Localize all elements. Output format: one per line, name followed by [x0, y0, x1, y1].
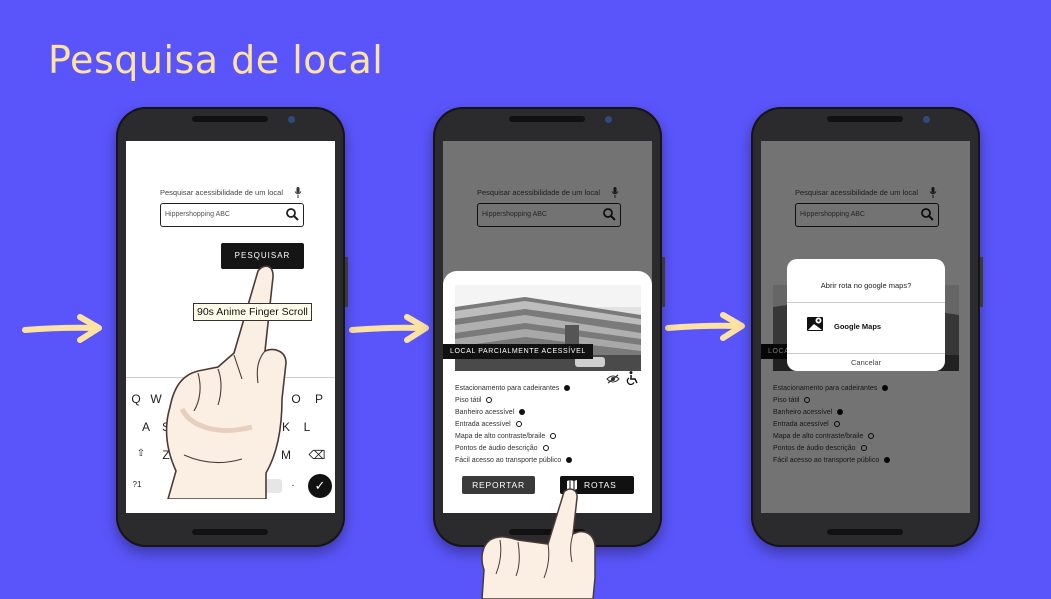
arrow-right-icon: [349, 314, 429, 343]
feature-item: Pontos de áudio descrição: [455, 445, 549, 452]
key[interactable]: A: [137, 420, 155, 434]
accessibility-status-tag: LOCAL PARCIALMENTE ACESSÍVEL: [443, 344, 593, 359]
key[interactable]: Q: [127, 392, 145, 406]
feature-item: Fácil acesso ao transporte público: [455, 457, 573, 464]
search-icon[interactable]: [286, 208, 299, 221]
front-camera: [288, 116, 295, 123]
key[interactable]: L: [298, 420, 316, 434]
side-button: [662, 257, 665, 307]
side-button: [345, 257, 348, 307]
arrow-right-icon: [22, 314, 102, 343]
arrow-right-icon: [665, 312, 745, 341]
search-label: Pesquisar acessibilidade de um local: [160, 188, 283, 197]
feature-item: Entrada acessível: [455, 421, 522, 428]
feature-item: Estacionamento para cadeirantes: [455, 385, 571, 392]
wheelchair-icon: [626, 371, 638, 385]
pointing-hand-illustration: [165, 265, 287, 499]
screen: Pesquisar acessibilidade de um local Hip…: [761, 141, 970, 513]
screen: Pesquisar acessibilidade de um local Hip…: [126, 141, 335, 513]
search-input[interactable]: Hippershopping ABC: [160, 203, 304, 227]
feature-item: Banheiro acessível: [455, 409, 526, 416]
screen: Pesquisar acessibilidade de um local Hip…: [443, 141, 652, 513]
speaker-bottom: [827, 529, 903, 535]
pointing-hand-illustration: [481, 488, 596, 599]
google-maps-icon[interactable]: [806, 315, 824, 333]
divider: [787, 302, 945, 303]
speaker-bottom: [192, 529, 268, 535]
front-camera: [605, 116, 612, 123]
divider: [787, 353, 945, 354]
feature-item: Piso tátil: [455, 397, 493, 404]
side-button: [980, 257, 983, 307]
phone-search: Pesquisar acessibilidade de um local Hip…: [116, 107, 348, 547]
search-input-value: Hippershopping ABC: [165, 211, 230, 218]
eye-off-icon[interactable]: [606, 374, 620, 384]
speaker-top: [509, 116, 585, 122]
feature-item: Mapa de alto contraste/braile: [455, 433, 557, 440]
phone-place-details: Pesquisar acessibilidade de um local Hip…: [433, 107, 665, 547]
symbols-key[interactable]: ?1: [128, 480, 146, 489]
speaker-top: [192, 116, 268, 122]
google-maps-option[interactable]: Google Maps: [834, 322, 881, 331]
key[interactable]: P: [310, 392, 328, 406]
speaker-top: [827, 116, 903, 122]
cancel-button[interactable]: Cancelar: [787, 358, 945, 367]
phone-route-dialog: Pesquisar acessibilidade de um local Hip…: [751, 107, 983, 547]
place-details-sheet: LOCAL PARCIALMENTE ACESSÍVEL Estacioname…: [443, 271, 652, 513]
microphone-icon[interactable]: [294, 187, 302, 198]
slide-title: Pesquisa de local: [48, 38, 384, 82]
open-route-dialog: Abrir rota no google maps? Google Maps C…: [787, 259, 945, 371]
tooltip: 90s Anime Finger Scroll: [193, 303, 312, 321]
shift-key[interactable]: ⇧: [132, 448, 150, 459]
front-camera: [923, 116, 930, 123]
dialog-question: Abrir rota no google maps?: [820, 281, 912, 290]
done-key[interactable]: ✓: [308, 474, 332, 498]
backspace-key[interactable]: ⌫: [308, 448, 326, 462]
